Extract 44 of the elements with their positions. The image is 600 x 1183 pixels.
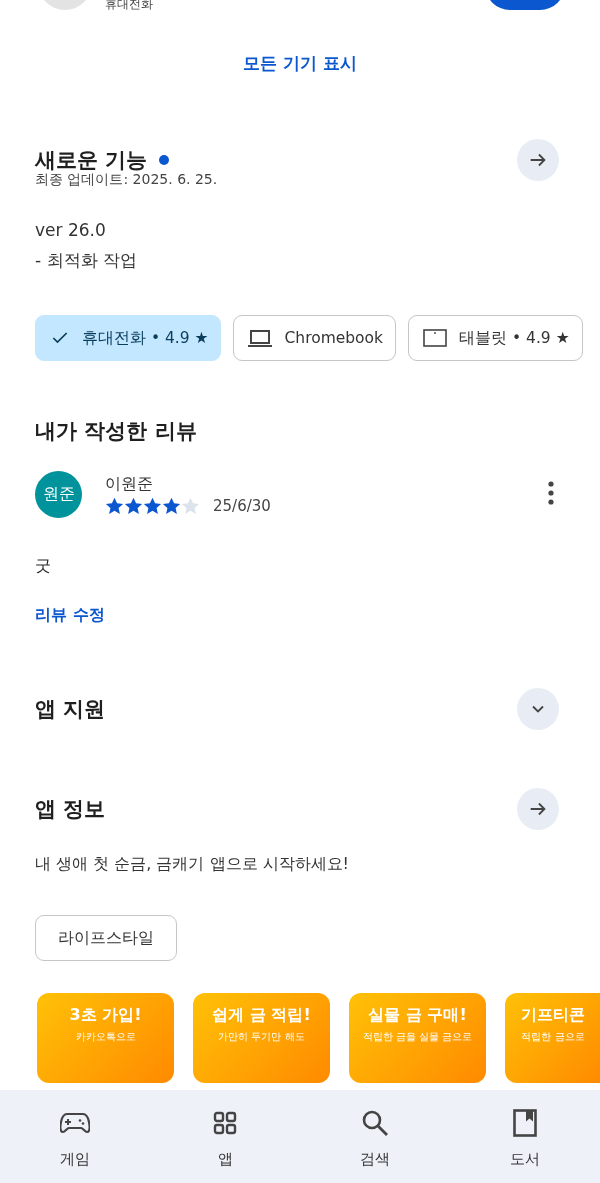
apps-grid-icon [213,1111,237,1135]
star-icon [143,497,162,515]
nav-tab[interactable]: 검색 [300,1090,450,1183]
app-description: 내 생애 첫 순금, 금캐기 앱으로 시작하세요! [34,854,350,875]
nav-tab[interactable]: 앱 [150,1090,300,1183]
screenshot-caption: 가만히 두기만 해도 [218,1031,305,1044]
star-icon [162,497,181,515]
screenshot-caption: 적립한 금으로 [521,1031,585,1044]
avatar: 원준 [35,471,82,518]
show-all-devices-link[interactable]: 모든 기기 표시 [243,52,357,75]
star-icon [105,497,124,515]
release-note: ver 26.0 [34,219,107,242]
release-note: - 최적화 작업 [34,249,138,272]
screenshot-caption: 카카오톡으로 [75,1031,136,1044]
search-icon [361,1109,389,1137]
section-title: 앱 정보 [35,796,106,823]
device-chip[interactable]: Chromebook [233,315,397,361]
review-date: 25/6/30 [213,497,271,515]
device-chip[interactable]: 휴대전화 • 4.9 ★ [35,315,222,361]
tablet-icon [423,329,448,347]
review-text: 굿 [34,556,52,577]
arrow-button[interactable] [517,788,559,830]
arrow-button[interactable] [517,139,559,181]
nav-tab[interactable]: 게임 [0,1090,150,1183]
screenshot-title: 기프티콘 [521,1005,585,1026]
section-title: 내가 작성한 리뷰 [35,418,197,445]
nav-tab[interactable]: 도서 [450,1090,600,1183]
section-title: 새로운 기능 [35,147,148,173]
screenshot-title: 3초 가입! [69,1005,142,1026]
edit-review-link[interactable]: 리뷰 수정 [35,605,105,626]
more-options-icon [548,481,554,505]
star-icon [124,497,143,515]
reviewer-name: 이원준 [105,474,154,495]
screenshot-caption: 적립한 금을 실물 금으로 [362,1031,473,1044]
book-icon [513,1109,537,1137]
section-title: 앱 지원 [35,696,106,723]
gamepad-icon [60,1112,90,1134]
screenshot-title: 실물 금 구매! [368,1005,467,1026]
star-icon [181,497,200,515]
device-chip[interactable]: 태블릿 • 4.9 ★ [408,315,583,361]
screenshot-title: 쉽게 금 적립! [212,1005,311,1026]
laptop-icon [248,328,273,348]
update-date: 최종 업데이트: 2025. 6. 25. [34,171,219,189]
category-chip[interactable]: 라이프스타일 [35,915,177,961]
